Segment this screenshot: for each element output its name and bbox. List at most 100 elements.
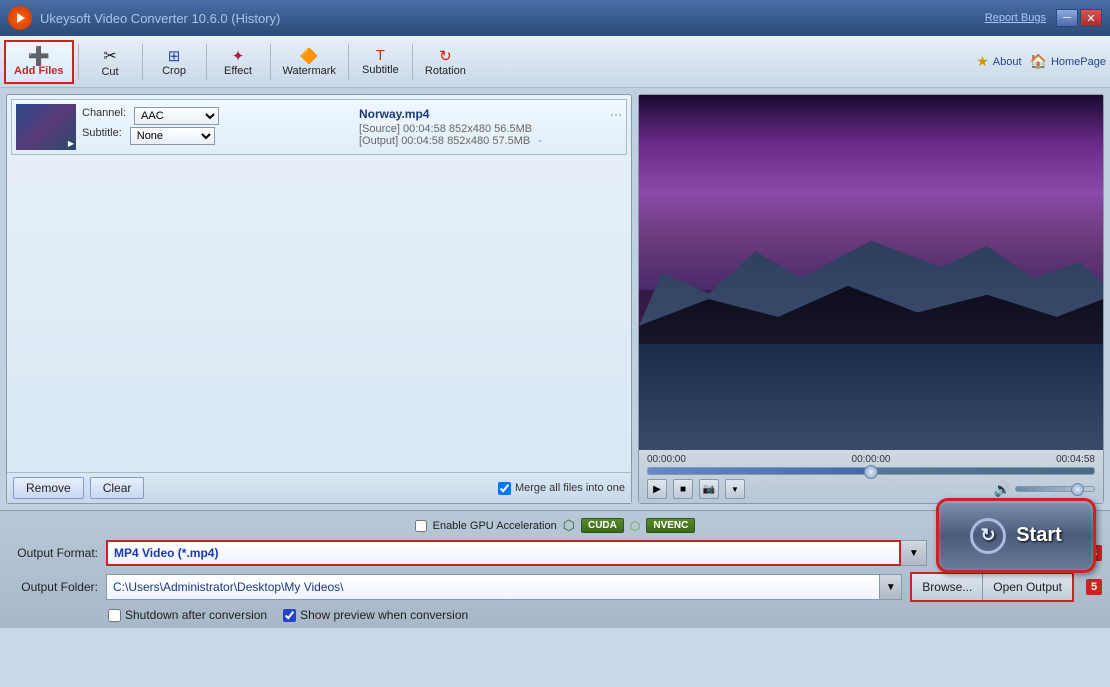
bottom-section: Enable GPU Acceleration ⬡ CUDA ⬡ NVENC O… [0, 510, 1110, 628]
about-button[interactable]: ★ About [976, 53, 1021, 70]
shutdown-checkbox[interactable] [108, 609, 121, 622]
options-row: Shutdown after conversion Show preview w… [8, 608, 1102, 622]
format-select-container: ▼ [106, 540, 927, 566]
play-button[interactable]: ▶ [647, 479, 667, 499]
separator-3 [206, 44, 207, 80]
subtitle-button[interactable]: T Subtitle [353, 40, 408, 84]
cuda-badge: CUDA [581, 518, 624, 533]
folder-row: Output Folder: ▼ Browse... Open Output 5 [8, 572, 1102, 602]
volume-icon: 🔊 [994, 481, 1011, 498]
add-files-button[interactable]: ➕ Add Files [4, 40, 74, 84]
file-list-panel: Channel: AAC Subtitle: None [6, 94, 632, 504]
browse-open-group: Browse... Open Output [910, 572, 1074, 602]
about-label: About [993, 56, 1022, 68]
format-dropdown-button[interactable]: ▼ [901, 540, 927, 566]
browse-badge: 5 [1086, 579, 1102, 595]
separator-5 [348, 44, 349, 80]
title-bar: Ukeysoft Video Converter 10.6.0 (History… [0, 0, 1110, 36]
time-start: 00:00:00 [647, 454, 686, 465]
subtitle-icon: T [376, 47, 385, 64]
separator-2 [142, 44, 143, 80]
file-name-area: Norway.mp4 ··· [Source] 00:04:58 852x480… [351, 107, 622, 147]
app-logo [8, 6, 32, 30]
app-title: Ukeysoft Video Converter 10.6.0 (History… [40, 11, 985, 26]
crop-icon: ⊞ [168, 47, 181, 65]
format-input[interactable] [106, 540, 901, 566]
file-menu-dots[interactable]: ··· [610, 107, 622, 121]
dropdown-button[interactable]: ▼ [725, 479, 745, 499]
gpu-checkbox[interactable] [415, 520, 427, 532]
water-layer [639, 344, 1103, 451]
nvenc-badge: NVENC [646, 518, 695, 533]
start-icon: ↻ [970, 518, 1006, 554]
file-thumbnail [16, 104, 76, 150]
add-files-label: Add Files [14, 65, 64, 77]
rotation-icon: ↻ [439, 47, 452, 65]
folder-label: Output Folder: [8, 580, 98, 594]
main-content: Channel: AAC Subtitle: None [0, 88, 1110, 510]
volume-thumb[interactable] [1071, 483, 1084, 496]
time-end: 00:04:58 [1056, 454, 1095, 465]
rotation-button[interactable]: ↻ Rotation [417, 40, 474, 84]
window-controls: ─ ✕ [1056, 9, 1102, 27]
file-list: Channel: AAC Subtitle: None [7, 95, 631, 472]
homepage-button[interactable]: 🏠 HomePage [1030, 53, 1106, 70]
effect-button[interactable]: ✦ Effect [211, 40, 266, 84]
file-name: Norway.mp4 [359, 107, 610, 121]
cut-icon: ✂ [103, 46, 116, 66]
volume-area: 🔊 [994, 481, 1095, 498]
nvidia-icon: ⬡ [630, 519, 640, 533]
video-preview-panel: 00:00:00 00:00:00 00:04:58 ▶ ■ 📷 ▼ 🔊 [638, 94, 1104, 504]
shutdown-label-group: Shutdown after conversion [108, 608, 267, 622]
progress-fill [648, 468, 871, 474]
file-source-info: [Source] 00:04:58 852x480 56.5MB [Output… [359, 123, 622, 147]
progress-bar[interactable] [647, 467, 1095, 475]
time-mid: 00:00:00 [852, 454, 891, 465]
subtitle-label: Subtitle [362, 64, 399, 76]
video-preview [639, 95, 1103, 450]
volume-slider[interactable] [1015, 486, 1095, 492]
toolbar: ➕ Add Files ✂ Cut ⊞ Crop ✦ Effect 🔶 Wate… [0, 36, 1110, 88]
subtitle-select[interactable]: None [130, 127, 215, 145]
video-controls: 00:00:00 00:00:00 00:04:58 ▶ ■ 📷 ▼ 🔊 [639, 450, 1103, 503]
format-label: Output Format: [8, 546, 98, 560]
merge-label: Merge all files into one [515, 482, 625, 494]
list-bottom: Remove Clear Merge all files into one [7, 472, 631, 503]
gpu-icon: ⬡ [563, 517, 575, 534]
progress-thumb[interactable] [864, 465, 878, 479]
channel-select[interactable]: AAC [134, 107, 219, 125]
folder-dropdown-button[interactable]: ▼ [880, 574, 902, 600]
preview-label: Show preview when conversion [300, 608, 468, 622]
open-output-button[interactable]: Open Output [983, 574, 1072, 600]
about-icon: ★ [976, 53, 989, 70]
effect-label: Effect [224, 65, 252, 77]
camera-button[interactable]: 📷 [699, 479, 719, 499]
shutdown-label: Shutdown after conversion [125, 608, 267, 622]
subtitle-ctrl-label: Subtitle: [82, 127, 122, 145]
report-bugs-link[interactable]: Report Bugs [985, 12, 1046, 24]
file-info: Channel: AAC Subtitle: None [82, 107, 345, 147]
remove-button[interactable]: Remove [13, 477, 84, 499]
folder-path-input[interactable] [106, 574, 880, 600]
channel-label: Channel: [82, 107, 126, 125]
preview-label-group: Show preview when conversion [283, 608, 468, 622]
crop-button[interactable]: ⊞ Crop [147, 40, 202, 84]
minimize-button[interactable]: ─ [1056, 9, 1078, 27]
watermark-button[interactable]: 🔶 Watermark [275, 40, 344, 84]
clear-button[interactable]: Clear [90, 477, 145, 499]
start-label: Start [1016, 524, 1062, 547]
preview-checkbox[interactable] [283, 609, 296, 622]
cut-button[interactable]: ✂ Cut [83, 40, 138, 84]
start-button[interactable]: ↻ Start [936, 498, 1096, 573]
stop-button[interactable]: ■ [673, 479, 693, 499]
browse-button[interactable]: Browse... [912, 574, 983, 600]
separator-1 [78, 44, 79, 80]
folder-input-group: ▼ [106, 574, 902, 600]
close-button[interactable]: ✕ [1080, 9, 1102, 27]
crop-label: Crop [162, 65, 186, 77]
separator-4 [270, 44, 271, 80]
separator-6 [412, 44, 413, 80]
merge-checkbox-group: Merge all files into one [498, 482, 625, 495]
file-controls: Channel: AAC [82, 107, 345, 125]
merge-checkbox[interactable] [498, 482, 511, 495]
